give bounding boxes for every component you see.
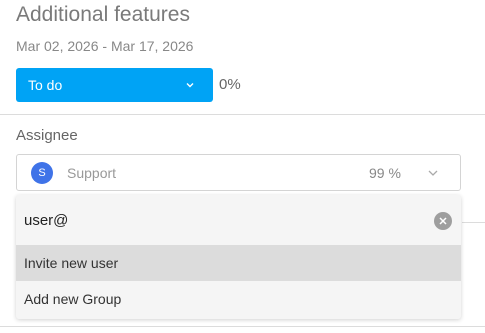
assignee-name: Support [67,165,117,181]
assignee-label: Assignee [16,127,78,144]
search-input[interactable] [24,207,424,233]
assignee-dropdown-menu: Invite new user Add new Group [16,195,461,319]
chevron-down-icon[interactable] [427,168,439,178]
divider [0,326,485,327]
divider [462,222,485,223]
search-row [16,195,461,245]
task-title: Additional features [16,3,190,26]
divider [0,114,485,115]
clear-search-button[interactable] [434,212,452,230]
progress-percent: 0% [219,76,241,93]
close-icon [439,217,447,225]
add-new-group-option[interactable]: Add new Group [16,281,461,317]
status-dropdown-button[interactable]: To do [16,68,213,102]
date-range: Mar 02, 2026 - Mar 17, 2026 [16,38,194,54]
avatar: S [31,162,53,184]
assignee-select[interactable]: S Support 99 % [16,154,461,191]
chevron-down-icon [186,83,194,88]
invite-new-user-option[interactable]: Invite new user [16,245,461,281]
assignee-percent: 99 % [369,165,401,181]
status-label: To do [28,77,63,93]
